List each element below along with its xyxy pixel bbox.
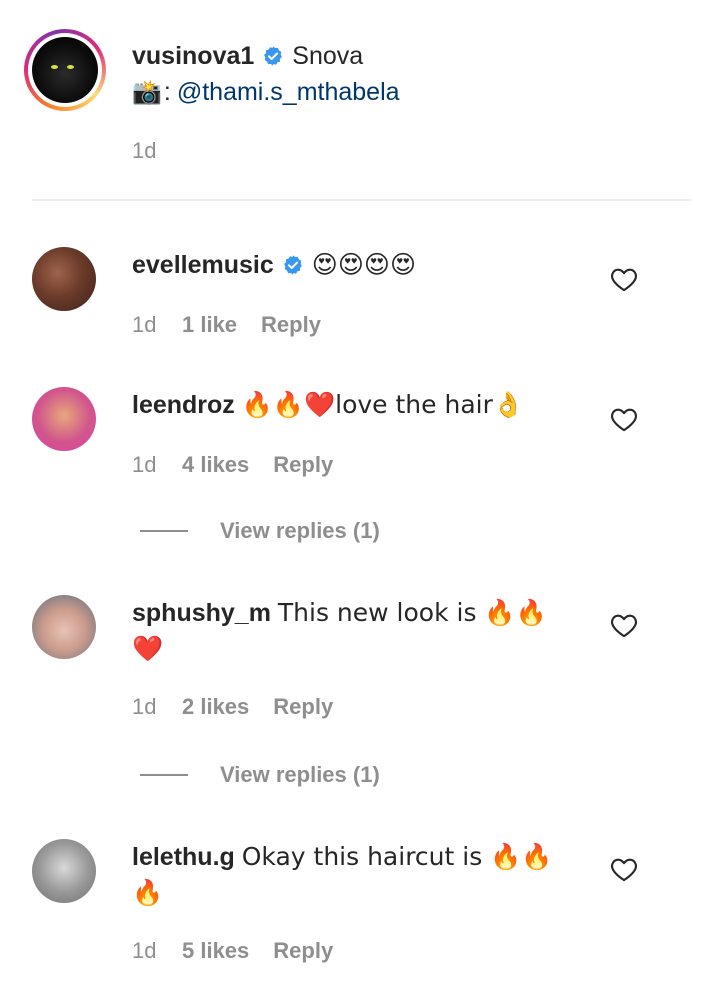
verified-badge-icon bbox=[283, 255, 302, 275]
author-username[interactable]: vusinova1 bbox=[132, 42, 254, 71]
caption-mention-link[interactable]: @thami.s_mthabela bbox=[177, 78, 400, 107]
comment-text: 🔥🔥❤️love the hair👌 bbox=[241, 390, 524, 419]
view-replies-label: View replies (1) bbox=[220, 762, 380, 787]
divider bbox=[32, 199, 692, 201]
comment-timestamp: 1d bbox=[132, 694, 157, 719]
author-avatar-image bbox=[32, 37, 98, 103]
commenter-username[interactable]: sphushy_m bbox=[132, 599, 271, 627]
commenter-avatar[interactable] bbox=[32, 247, 96, 311]
view-replies-button[interactable]: View replies (1) bbox=[140, 762, 380, 788]
reply-button[interactable]: Reply bbox=[273, 938, 333, 964]
comment-text: 😍😍😍😍 bbox=[311, 250, 417, 279]
replies-dash bbox=[140, 774, 188, 776]
comment-timestamp: 1d bbox=[132, 312, 157, 337]
comment-likes[interactable]: 4 likes bbox=[182, 452, 249, 478]
author-avatar[interactable] bbox=[24, 29, 106, 111]
commenter-username[interactable]: leendroz bbox=[132, 391, 235, 419]
commenter-username[interactable]: evellemusic bbox=[132, 247, 274, 283]
heart-outline-icon[interactable] bbox=[610, 612, 638, 638]
comment-timestamp: 1d bbox=[132, 938, 157, 963]
commenter-avatar[interactable] bbox=[32, 839, 96, 903]
caption-text: Snova bbox=[292, 41, 364, 70]
heart-outline-icon[interactable] bbox=[610, 856, 638, 882]
view-replies-button[interactable]: View replies (1) bbox=[140, 518, 380, 544]
commenter-avatar[interactable] bbox=[32, 387, 96, 451]
heart-outline-icon[interactable] bbox=[610, 266, 638, 292]
commenter-avatar[interactable] bbox=[32, 595, 96, 659]
heart-outline-icon[interactable] bbox=[610, 406, 638, 432]
reply-button[interactable]: Reply bbox=[273, 694, 333, 720]
replies-dash bbox=[140, 530, 188, 532]
comment-likes[interactable]: 5 likes bbox=[182, 938, 249, 964]
post-caption: vusinova1 Snova 📸 : @thami.s_mthabela 1d bbox=[0, 0, 720, 200]
comment-timestamp: 1d bbox=[132, 452, 157, 477]
post-timestamp: 1d bbox=[132, 138, 157, 163]
camera-emoji: 📸 bbox=[132, 78, 162, 106]
verified-badge-icon bbox=[264, 46, 283, 66]
comment-likes[interactable]: 1 like bbox=[182, 312, 237, 338]
reply-button[interactable]: Reply bbox=[273, 452, 333, 478]
commenter-username[interactable]: lelethu.g bbox=[132, 843, 235, 871]
reply-button[interactable]: Reply bbox=[261, 312, 321, 338]
caption-colon: : bbox=[163, 77, 171, 106]
view-replies-label: View replies (1) bbox=[220, 518, 380, 543]
comment-likes[interactable]: 2 likes bbox=[182, 694, 249, 720]
